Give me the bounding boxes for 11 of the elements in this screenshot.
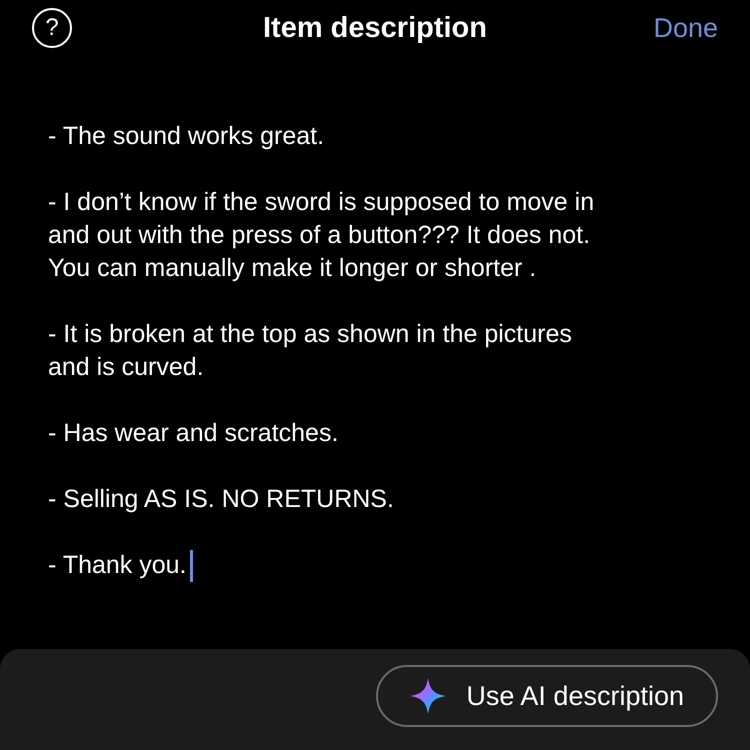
description-paragraph[interactable]: - The sound works great. (48, 120, 324, 153)
help-button[interactable]: ? (32, 8, 72, 48)
description-paragraph[interactable]: - It is broken at the top as shown in the pictures and is curved. (48, 318, 572, 384)
description-paragraph[interactable]: - Has wear and scratches. (48, 417, 338, 450)
text-cursor (190, 550, 193, 582)
description-paragraph[interactable]: - Selling AS IS. NO RETURNS. (48, 483, 394, 516)
description-paragraph[interactable]: - Thank you. (48, 549, 187, 582)
description-paragraph[interactable]: - I don’t know if the sword is supposed to move in and out with the press of a button??? It does not. You can manually make it longer or shorter . (48, 186, 594, 285)
done-button[interactable]: Done (653, 12, 718, 44)
screen-title: Item description (263, 12, 487, 44)
ai-description-button[interactable]: Use AI description (376, 665, 718, 727)
